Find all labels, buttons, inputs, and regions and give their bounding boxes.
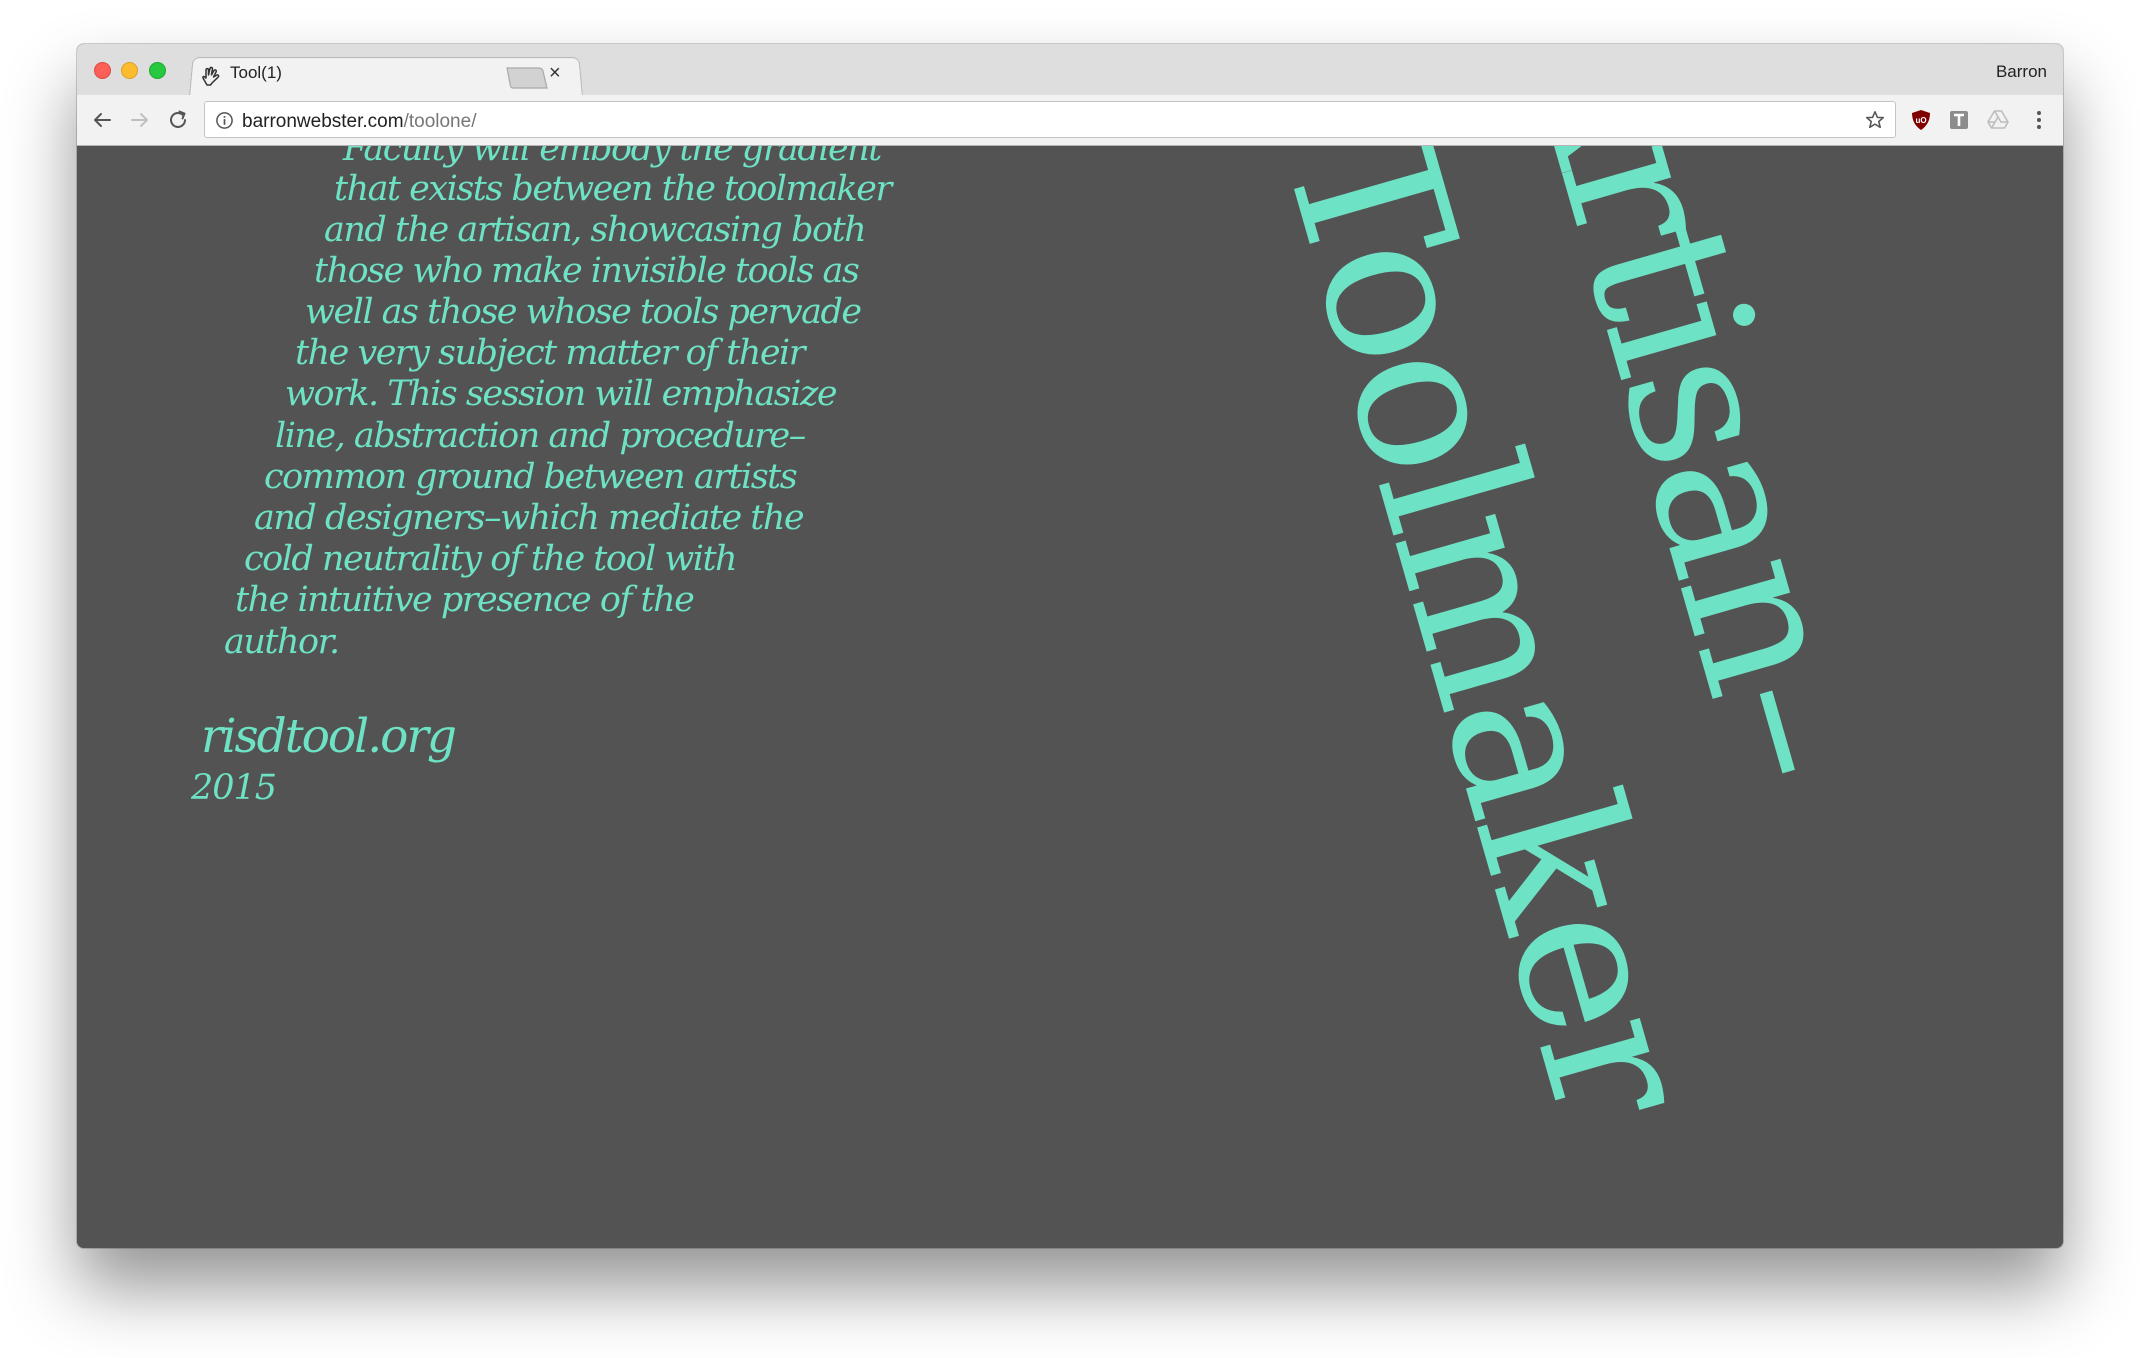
- tab-strip: Tool(1) × Barron: [77, 44, 2063, 97]
- hand-pointer-icon: [202, 66, 220, 86]
- t-extension-icon[interactable]: [1947, 108, 1971, 132]
- browser-window: Tool(1) × Barron barronwebster.com/toolo…: [77, 44, 2063, 1248]
- paragraph-line: that exists between the toolmaker: [334, 169, 892, 209]
- paragraph-line: the very subject matter of their: [295, 333, 805, 373]
- paragraph-line: common ground between artists: [264, 457, 798, 497]
- paragraph-line: Faculty will embody the gradient: [343, 146, 882, 169]
- svg-text:uO: uO: [1915, 116, 1926, 125]
- ublock-shield-icon[interactable]: uO: [1909, 108, 1933, 132]
- window-minimize-button[interactable]: [121, 62, 138, 79]
- back-arrow-icon[interactable]: [90, 108, 114, 132]
- paragraph-line: line, abstraction and procedure–: [275, 416, 806, 456]
- drive-icon[interactable]: [1986, 108, 2010, 132]
- paragraph-line: the intuitive presence of the: [235, 580, 695, 620]
- address-bar[interactable]: barronwebster.com/toolone/: [204, 101, 1896, 138]
- year-label: 2015: [191, 768, 277, 808]
- window-maximize-button[interactable]: [149, 62, 166, 79]
- paragraph-line: author.: [224, 622, 340, 662]
- paragraph-line: well as those whose tools pervade: [305, 292, 862, 332]
- forward-arrow-icon[interactable]: [128, 108, 152, 132]
- url-text[interactable]: barronwebster.com/toolone/: [242, 111, 476, 133]
- tab-title: Tool(1): [230, 63, 282, 82]
- url-host: barronwebster.com: [242, 111, 404, 132]
- reload-icon[interactable]: [166, 108, 190, 132]
- paragraph-line: and the artisan, showcasing both: [324, 210, 867, 250]
- tab-close-icon[interactable]: ×: [549, 63, 561, 83]
- url-path: /toolone/: [403, 111, 477, 132]
- risdtool-link[interactable]: risdtool.org: [201, 709, 457, 764]
- star-icon[interactable]: [1864, 109, 1886, 131]
- profile-name[interactable]: Barron: [1996, 62, 2047, 82]
- window-close-button[interactable]: [94, 62, 111, 79]
- paragraph-line: and designers–which mediate the: [254, 498, 805, 538]
- paragraph-line: work. This session will emphasize: [285, 374, 838, 414]
- new-tab-button[interactable]: [505, 66, 549, 90]
- toolbar: barronwebster.com/toolone/ uO: [77, 95, 2063, 146]
- page-content: Faculty will embody the gradient that ex…: [77, 146, 2063, 1248]
- info-icon[interactable]: [215, 111, 234, 130]
- paragraph-line: cold neutrality of the tool with: [244, 539, 738, 579]
- more-vert-icon[interactable]: [2027, 108, 2051, 132]
- paragraph-line: those who make invisible tools as: [314, 251, 860, 291]
